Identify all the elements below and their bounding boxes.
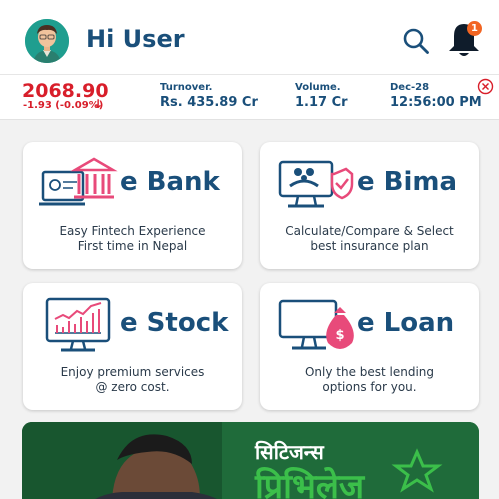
- close-icon[interactable]: [477, 78, 494, 95]
- card-title: e Bima: [357, 167, 458, 197]
- time-value: 12:56:00 PM: [390, 95, 482, 110]
- card-description: Enjoy premium services @ zero cost.: [23, 365, 242, 395]
- card-e-stock[interactable]: e Stock Enjoy premium services @ zero co…: [23, 283, 242, 410]
- card-title: e Bank: [120, 167, 220, 197]
- card-desc-line1: Easy Fintech Experience: [59, 224, 206, 238]
- card-description: Only the best lending options for you.: [260, 365, 479, 395]
- card-desc-line2: best insurance plan: [310, 239, 429, 253]
- card-description: Easy Fintech Experience First time in Ne…: [23, 224, 242, 254]
- card-title: e Stock: [120, 308, 229, 338]
- banner-subtitle: प्रिभिलेज: [255, 467, 365, 499]
- index-change: -1.93 (-0.09%): [23, 100, 104, 111]
- app-header: Hi User 1: [0, 0, 499, 74]
- card-desc-line2: First time in Nepal: [77, 239, 188, 253]
- user-avatar-icon: [25, 19, 69, 63]
- card-desc-line1: Calculate/Compare & Select: [285, 224, 454, 238]
- card-desc-line2: @ zero cost.: [95, 380, 170, 394]
- card-desc-line1: Only the best lending: [304, 365, 435, 379]
- card-e-bima[interactable]: e Bima Calculate/Compare & Select best i…: [260, 142, 479, 269]
- banner-artwork: [22, 422, 479, 499]
- notification-badge: 1: [467, 21, 482, 36]
- avatar[interactable]: [25, 19, 69, 63]
- search-icon[interactable]: [402, 27, 430, 55]
- stock-chart-icon: [45, 297, 111, 352]
- promo-banner[interactable]: सिटिजन्स प्रिभिलेज: [22, 422, 479, 499]
- card-desc-line2: options for you.: [322, 380, 417, 394]
- arrow-down-icon: ↓: [93, 97, 104, 111]
- volume-value: 1.17 Cr: [295, 95, 348, 110]
- card-description: Calculate/Compare & Select best insuranc…: [260, 224, 479, 254]
- turnover-value: Rs. 435.89 Cr: [160, 95, 258, 110]
- svg-text:$: $: [335, 328, 344, 343]
- insurance-icon: [278, 160, 354, 208]
- date-label: Dec-28: [390, 82, 430, 93]
- card-desc-line1: Enjoy premium services: [60, 365, 205, 379]
- bank-icon: [39, 157, 118, 206]
- banner-title: सिटिजन्स: [255, 440, 324, 464]
- volume-label: Volume.: [295, 82, 341, 93]
- card-e-bank[interactable]: e Bank Easy Fintech Experience First tim…: [23, 142, 242, 269]
- loan-bag-icon: $: [278, 299, 354, 350]
- turnover-label: Turnover.: [160, 82, 213, 93]
- card-e-loan[interactable]: $ e Loan Only the best lending options f…: [260, 283, 479, 410]
- card-title: e Loan: [357, 308, 455, 338]
- greeting-text: Hi User: [86, 25, 185, 53]
- market-ticker: 2068.90 -1.93 (-0.09%) ↓ Turnover. Rs. 4…: [0, 74, 499, 120]
